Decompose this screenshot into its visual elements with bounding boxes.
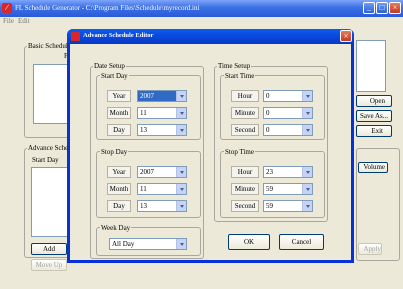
date-setup-label: Date Setup xyxy=(93,62,126,70)
chevron-down-icon[interactable] xyxy=(176,201,186,211)
app-icon: ⁄ xyxy=(2,3,12,13)
dialog-title: Advance Schedule Editor xyxy=(83,32,154,39)
dialog-close-icon[interactable]: × xyxy=(340,30,352,42)
time-setup-group: Time Setup Start Time Hour 0 Minute 0 Se… xyxy=(214,62,328,222)
stop-second-select[interactable]: 59 xyxy=(263,200,313,212)
add-button[interactable]: Add xyxy=(31,243,67,255)
start-day-group: Start Day Year 2007 Month 11 Day 13 xyxy=(96,72,201,140)
chevron-down-icon[interactable] xyxy=(302,91,312,101)
start-month-label: Month xyxy=(107,107,131,119)
ok-button[interactable]: OK xyxy=(228,234,270,250)
dialog-app-icon xyxy=(71,32,80,41)
week-day-group: Week Day All Day xyxy=(96,224,201,256)
chevron-down-icon[interactable] xyxy=(176,184,186,194)
stop-hour-label: Hour xyxy=(231,166,259,178)
date-setup-group: Date Setup Start Day Year 2007 Month 11 … xyxy=(90,62,204,259)
main-window-title: FL Schedule Generator - C:\Program Files… xyxy=(15,4,200,12)
chevron-down-icon[interactable] xyxy=(176,108,186,118)
stop-month-label: Month xyxy=(107,183,131,195)
stop-second-label: Second xyxy=(231,200,259,212)
stop-time-label: Stop Time xyxy=(224,148,255,156)
open-button[interactable]: Open xyxy=(356,95,392,107)
start-time-group: Start Time Hour 0 Minute 0 Second 0 xyxy=(220,72,325,140)
advance-schedule-editor-dialog: Advance Schedule Editor × Date Setup Sta… xyxy=(67,29,354,263)
start-day-select[interactable]: 13 xyxy=(137,124,187,136)
start-day-label: Start Day xyxy=(100,72,129,80)
cancel-button[interactable]: Cancel xyxy=(279,234,324,250)
stop-day-field-label: Day xyxy=(107,200,131,212)
stop-day-select[interactable]: 13 xyxy=(137,200,187,212)
chevron-down-icon[interactable] xyxy=(176,91,186,101)
start-hour-label: Hour xyxy=(231,90,259,102)
volume-button[interactable]: Volume xyxy=(358,162,388,173)
start-minute-label: Minute xyxy=(231,107,259,119)
start-day-field-label: Day xyxy=(107,124,131,136)
stop-year-label: Year xyxy=(107,166,131,178)
stop-day-label: Stop Day xyxy=(100,148,129,156)
chevron-down-icon[interactable] xyxy=(302,201,312,211)
menu-bar: File Edit xyxy=(0,17,403,27)
chevron-down-icon[interactable] xyxy=(302,108,312,118)
week-day-select[interactable]: All Day xyxy=(109,238,187,250)
advance-start-day-column: Start Day xyxy=(31,156,60,164)
chevron-down-icon[interactable] xyxy=(176,167,186,177)
basic-schedule-group: Basic Schedule File xyxy=(24,42,76,138)
stop-hour-select[interactable]: 23 xyxy=(263,166,313,178)
dialog-titlebar[interactable]: Advance Schedule Editor × xyxy=(67,29,354,44)
start-second-select[interactable]: 0 xyxy=(263,124,313,136)
maximize-icon[interactable]: □ xyxy=(376,2,388,14)
right-panel xyxy=(356,40,386,92)
chevron-down-icon[interactable] xyxy=(176,239,186,249)
start-minute-select[interactable]: 0 xyxy=(263,107,313,119)
week-day-label: Week Day xyxy=(100,224,132,232)
start-year-label: Year xyxy=(107,90,131,102)
basic-schedule-label: Basic Schedule xyxy=(27,42,72,50)
start-second-label: Second xyxy=(231,124,259,136)
stop-year-select[interactable]: 2007 xyxy=(137,166,187,178)
start-month-select[interactable]: 11 xyxy=(137,107,187,119)
chevron-down-icon[interactable] xyxy=(302,125,312,135)
main-window-titlebar[interactable]: ⁄ FL Schedule Generator - C:\Program Fil… xyxy=(0,0,403,17)
start-year-select[interactable]: 2007 xyxy=(137,90,187,102)
menu-file[interactable]: File xyxy=(3,17,14,25)
start-time-label: Start Time xyxy=(224,72,256,80)
chevron-down-icon[interactable] xyxy=(176,125,186,135)
advance-schedule-list[interactable] xyxy=(31,167,71,237)
stop-minute-select[interactable]: 59 xyxy=(263,183,313,195)
minimize-icon[interactable]: _ xyxy=(363,2,375,14)
advance-schedule-group: Advance Schedule Start Day xyxy=(24,144,82,258)
stop-minute-label: Minute xyxy=(231,183,259,195)
save-as-button[interactable]: Save As... xyxy=(356,110,392,122)
start-hour-select[interactable]: 0 xyxy=(263,90,313,102)
basic-schedule-list[interactable] xyxy=(33,64,71,124)
time-setup-label: Time Setup xyxy=(217,62,252,70)
chevron-down-icon[interactable] xyxy=(302,167,312,177)
menu-edit[interactable]: Edit xyxy=(18,17,30,25)
close-icon[interactable]: × xyxy=(389,2,401,14)
stop-month-select[interactable]: 11 xyxy=(137,183,187,195)
stop-time-group: Stop Time Hour 23 Minute 59 Second 59 xyxy=(220,148,325,218)
chevron-down-icon[interactable] xyxy=(302,184,312,194)
apply-button[interactable]: Apply xyxy=(358,243,382,255)
stop-day-group: Stop Day Year 2007 Month 11 Day 13 xyxy=(96,148,201,218)
move-up-button[interactable]: Move Up xyxy=(31,259,67,271)
exit-button[interactable]: Exit xyxy=(356,125,392,137)
